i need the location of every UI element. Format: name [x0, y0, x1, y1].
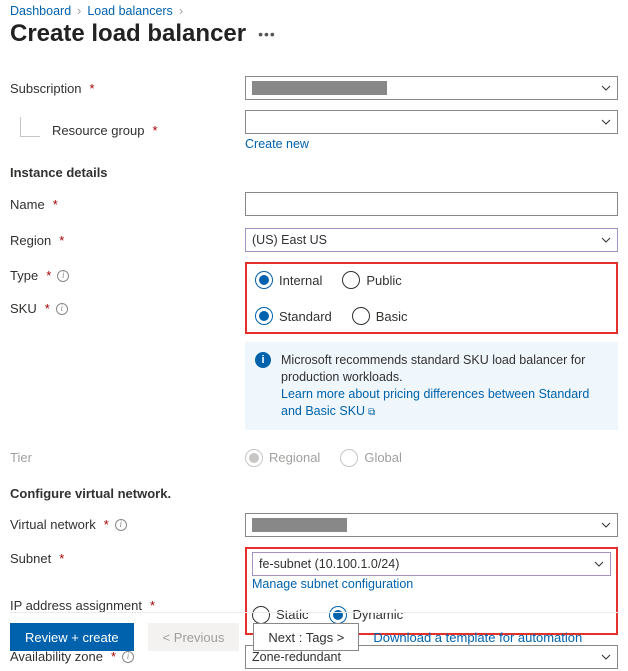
page-title: Create load balancer: [10, 20, 246, 48]
vnet-select[interactable]: [245, 513, 618, 537]
sku-basic-label: Basic: [376, 309, 408, 324]
name-input[interactable]: [245, 192, 618, 216]
sku-basic-radio[interactable]: Basic: [352, 307, 408, 325]
chevron-right-icon: ›: [179, 4, 183, 18]
type-internal-radio[interactable]: Internal: [255, 271, 322, 289]
tier-global-label: Global: [364, 450, 402, 465]
breadcrumb: Dashboard › Load balancers ›: [10, 4, 618, 18]
chevron-right-icon: ›: [77, 4, 81, 18]
breadcrumb-load-balancers[interactable]: Load balancers: [87, 4, 172, 18]
chevron-down-icon: [601, 652, 611, 662]
chevron-down-icon: [601, 235, 611, 245]
resource-group-select[interactable]: [245, 110, 618, 134]
tier-global-radio: Global: [340, 449, 402, 467]
sku-pricing-link[interactable]: Learn more about pricing differences bet…: [281, 387, 589, 418]
az-label: Availability zone: [10, 649, 103, 664]
more-actions-icon[interactable]: •••: [258, 26, 276, 42]
subnet-value: fe-subnet (10.100.1.0/24): [259, 557, 399, 571]
chevron-down-icon: [601, 117, 611, 127]
type-public-label: Public: [366, 273, 401, 288]
subnet-select[interactable]: fe-subnet (10.100.1.0/24): [252, 552, 611, 576]
wizard-footer: Review + create < Previous Next : Tags >…: [10, 612, 618, 651]
sku-info-box: i Microsoft recommends standard SKU load…: [245, 342, 618, 430]
create-new-rg-link[interactable]: Create new: [245, 137, 618, 151]
region-select[interactable]: (US) East US: [245, 228, 618, 252]
resource-group-label: Resource group: [52, 123, 145, 138]
name-label: Name: [10, 197, 45, 212]
download-template-link[interactable]: Download a template for automation: [373, 630, 582, 645]
info-icon[interactable]: i: [56, 303, 68, 315]
subnet-label: Subnet: [10, 551, 51, 566]
type-sku-highlight: Internal Public Standard Basic: [245, 262, 618, 334]
next-tags-button[interactable]: Next : Tags >: [253, 623, 359, 651]
vnet-label: Virtual network: [10, 517, 96, 532]
chevron-down-icon: [601, 83, 611, 93]
external-link-icon: ⧉: [368, 407, 375, 418]
info-icon[interactable]: i: [57, 270, 69, 282]
subscription-label: Subscription: [10, 81, 82, 96]
tier-regional-label: Regional: [269, 450, 320, 465]
sku-standard-label: Standard: [279, 309, 332, 324]
az-value: Zone-redundant: [252, 650, 341, 664]
subscription-select[interactable]: [245, 76, 618, 100]
ip-assignment-label: IP address assignment: [10, 598, 142, 613]
tier-label: Tier: [10, 450, 32, 465]
chevron-down-icon: [594, 559, 604, 569]
subscription-value: [252, 81, 387, 95]
region-value: (US) East US: [252, 233, 327, 247]
instance-details-heading: Instance details: [10, 165, 618, 180]
manage-subnet-link[interactable]: Manage subnet configuration: [252, 577, 413, 591]
type-label: Type: [10, 268, 38, 283]
sku-info-text: Microsoft recommends standard SKU load b…: [281, 353, 585, 384]
review-create-button[interactable]: Review + create: [10, 623, 134, 651]
configure-vnet-heading: Configure virtual network.: [10, 486, 618, 501]
type-public-radio[interactable]: Public: [342, 271, 401, 289]
previous-button: < Previous: [148, 623, 240, 651]
info-icon: i: [255, 352, 271, 368]
sku-label: SKU: [10, 301, 37, 316]
sku-standard-radio[interactable]: Standard: [255, 307, 332, 325]
breadcrumb-dashboard[interactable]: Dashboard: [10, 4, 71, 18]
tier-regional-radio: Regional: [245, 449, 320, 467]
chevron-down-icon: [601, 520, 611, 530]
region-label: Region: [10, 233, 51, 248]
tree-connector-icon: [20, 117, 40, 137]
vnet-value: [252, 518, 347, 532]
type-internal-label: Internal: [279, 273, 322, 288]
info-icon[interactable]: i: [115, 519, 127, 531]
